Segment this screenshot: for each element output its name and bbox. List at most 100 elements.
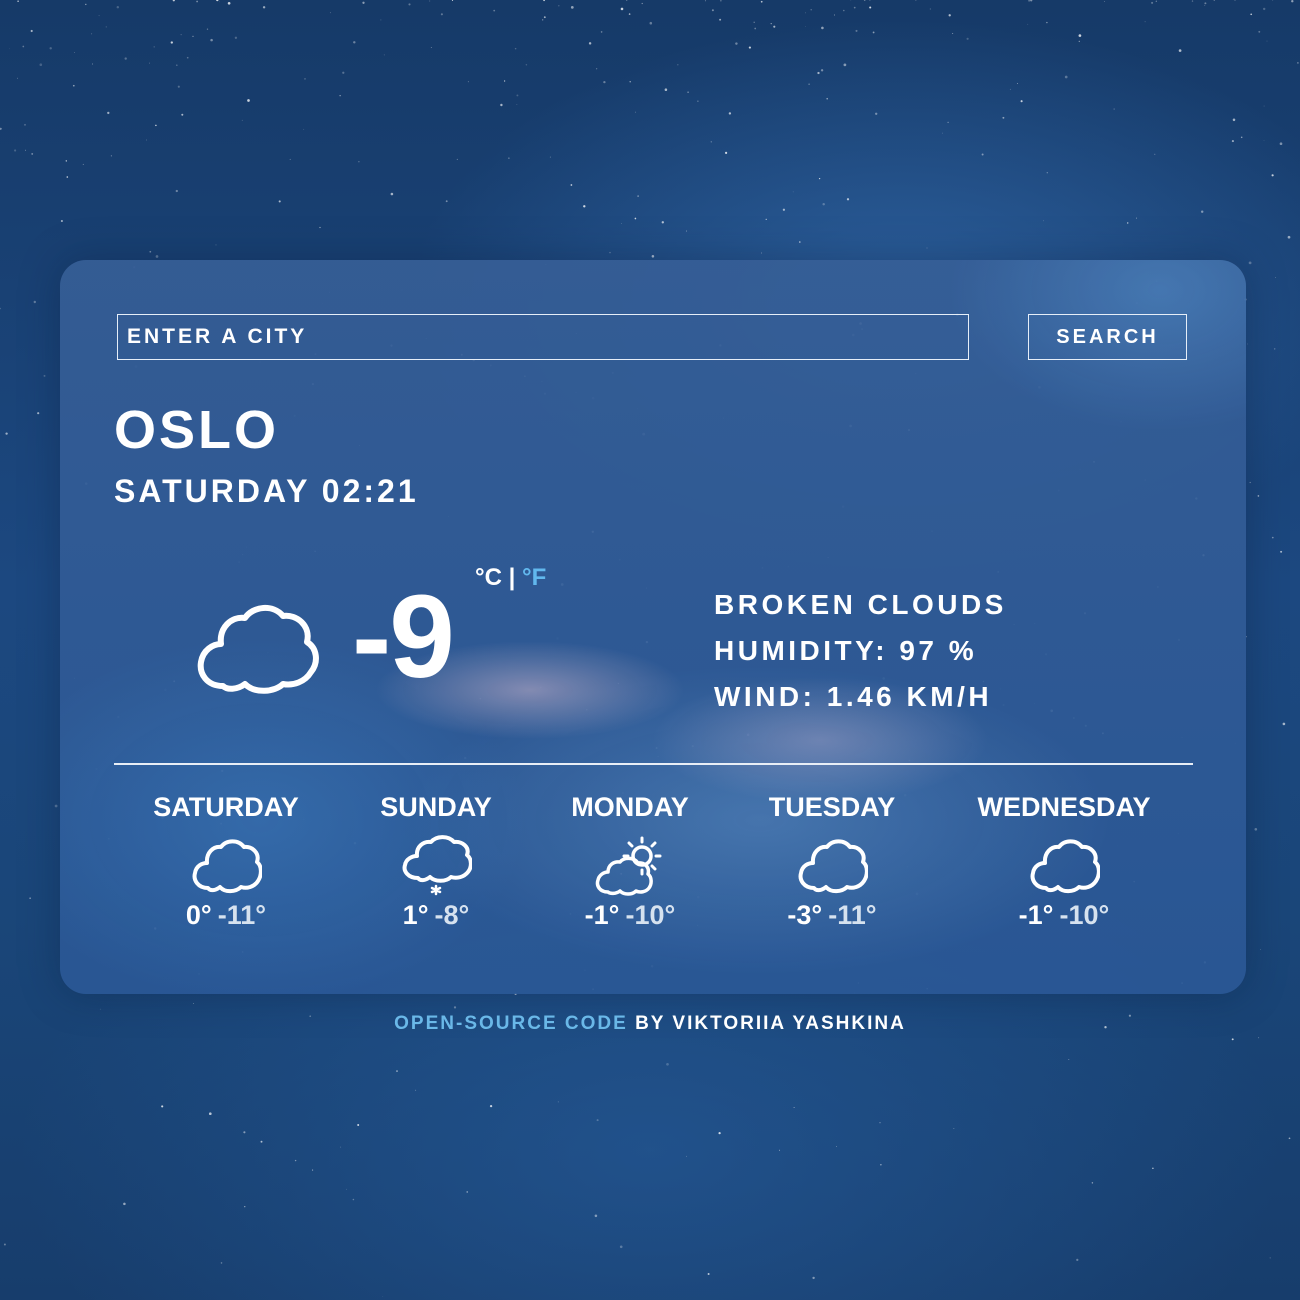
star <box>192 35 194 38</box>
star <box>1017 82 1018 84</box>
star <box>192 1003 194 1004</box>
star <box>33 300 36 304</box>
snow-cloud-icon <box>402 835 472 896</box>
star <box>619 1245 623 1249</box>
star <box>65 160 67 162</box>
forecast-day: SUNDAY 1° -8° <box>326 790 546 930</box>
star <box>929 8 931 10</box>
current-datetime: SATURDAY 02:21 <box>114 473 419 509</box>
star <box>583 205 586 208</box>
star <box>1260 949 1261 950</box>
star <box>754 27 757 30</box>
star <box>915 0 917 1</box>
star <box>782 208 786 211</box>
star <box>941 132 943 134</box>
star <box>155 255 159 258</box>
star <box>396 1070 398 1073</box>
star <box>753 21 755 24</box>
star <box>1043 220 1044 222</box>
star <box>720 0 722 2</box>
star <box>146 139 147 141</box>
footer: OPEN-SOURCE CODE BY VIKTORIIA YASHKINA <box>0 1013 1300 1035</box>
forecast-day-name: SUNDAY <box>380 792 492 822</box>
star <box>5 432 8 435</box>
star <box>1271 536 1274 539</box>
star <box>1291 0 1294 3</box>
forecast-max-temp: 1° <box>402 900 429 930</box>
forecast-day-name: WEDNESDAY <box>977 792 1151 822</box>
forecast-temps: -3° -11° <box>722 900 942 930</box>
star <box>1009 88 1011 90</box>
search-button[interactable]: SEARCH <box>1028 314 1187 360</box>
star <box>1280 550 1283 553</box>
star <box>853 6 856 9</box>
cloud-icon <box>1030 839 1100 894</box>
open-source-link[interactable]: OPEN-SOURCE CODE <box>394 1013 628 1034</box>
star <box>303 128 305 130</box>
star <box>1027 23 1029 25</box>
star <box>110 155 112 157</box>
star <box>37 412 40 415</box>
wind-speed: WIND: 1.46 KM/H <box>714 681 993 712</box>
star <box>843 63 847 67</box>
star <box>810 8 812 11</box>
city-search-input[interactable] <box>117 314 969 360</box>
star <box>17 77 18 79</box>
forecast-day-name: TUESDAY <box>768 792 896 822</box>
star <box>1232 118 1236 122</box>
star <box>383 54 385 56</box>
star <box>1151 1 1154 4</box>
star <box>353 41 356 44</box>
star <box>735 42 738 45</box>
star <box>557 1101 559 1103</box>
star <box>651 255 655 258</box>
star <box>31 152 34 155</box>
star <box>966 37 969 40</box>
star <box>25 149 26 151</box>
star <box>1030 0 1033 2</box>
unit-separator: | <box>508 564 516 591</box>
star <box>408 3 411 6</box>
star <box>543 16 546 19</box>
star <box>206 28 209 30</box>
star <box>594 1214 598 1218</box>
star <box>792 191 794 193</box>
star <box>626 0 628 1</box>
star <box>1136 217 1137 219</box>
star <box>278 200 281 203</box>
star <box>54 804 58 808</box>
author-credit: BY VIKTORIIA YASHKINA <box>635 1013 906 1034</box>
star <box>1274 348 1276 350</box>
star <box>1154 153 1156 155</box>
star <box>294 1159 297 1162</box>
star <box>1002 116 1005 119</box>
star <box>24 123 26 126</box>
star <box>60 219 63 223</box>
star <box>170 41 173 44</box>
forecast-day: MONDAY -1° -10° <box>520 790 740 930</box>
celsius-link[interactable]: °C <box>475 564 502 591</box>
star <box>760 0 763 3</box>
star <box>339 95 341 97</box>
star <box>1078 40 1080 43</box>
forecast-temps: 1° -8° <box>326 900 546 930</box>
star <box>1254 827 1258 831</box>
star <box>641 2 643 5</box>
star <box>456 158 458 160</box>
star <box>260 1140 263 1143</box>
fahrenheit-link[interactable]: °F <box>522 564 546 591</box>
star <box>467 81 469 83</box>
forecast-min-temp: -8° <box>434 900 470 930</box>
star <box>666 1062 669 1066</box>
star <box>711 9 714 12</box>
star <box>43 374 46 377</box>
star <box>1191 0 1194 2</box>
star <box>628 13 631 15</box>
star <box>153 46 155 48</box>
cloud-icon <box>798 839 868 894</box>
star <box>842 9 845 12</box>
unit-switcher: °C | °F <box>475 564 546 592</box>
forecast-day-name: MONDAY <box>571 792 689 822</box>
star <box>570 6 574 9</box>
star <box>697 100 699 102</box>
